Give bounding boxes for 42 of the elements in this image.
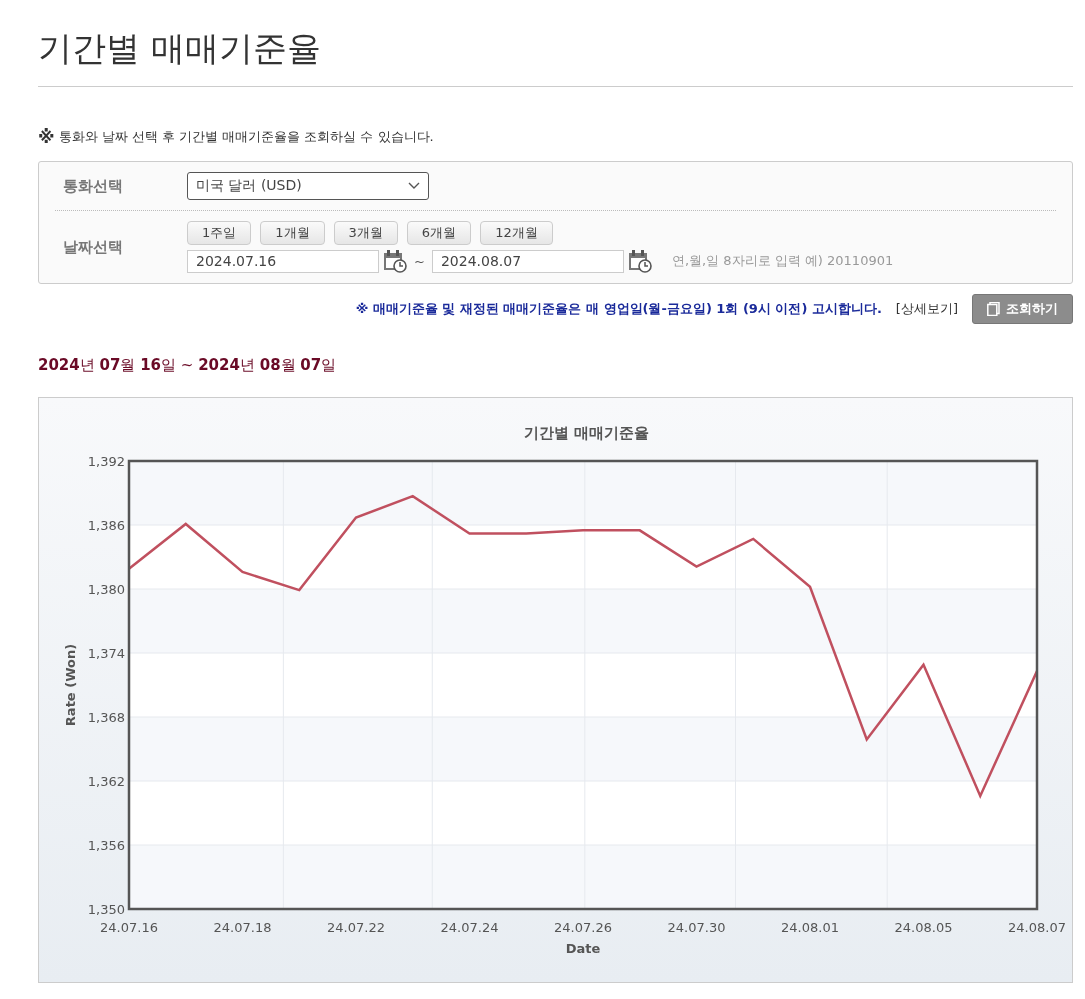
x-tick-label: 24.07.30 [667, 920, 726, 935]
range-separator: ~ [414, 253, 425, 269]
notice-text: 통화와 날짜 선택 후 기간별 매매기준율을 조회하실 수 있습니다. [58, 128, 434, 146]
x-tick-label: 24.07.16 [100, 920, 158, 935]
calendar-icon[interactable] [627, 249, 652, 273]
notice-mark: ※ [38, 127, 55, 147]
period-button[interactable]: 6개월 [406, 221, 472, 245]
period-button[interactable]: 3개월 [333, 221, 398, 245]
end-date-field[interactable]: 2024.08.07 [431, 249, 624, 273]
y-tick-label: 1,380 [87, 582, 125, 597]
period-button[interactable]: 1주일 [187, 221, 252, 245]
document-icon [987, 302, 1000, 316]
period-button[interactable]: 1개월 [260, 221, 325, 245]
y-tick-label: 1,356 [87, 838, 125, 853]
date-label: 날짜선택 [62, 237, 124, 257]
x-tick-label: 24.08.01 [781, 920, 839, 935]
date-format-hint: 연,월,일 8자리로 입력 예) 20110901 [671, 252, 894, 270]
x-tick-label: 24.07.26 [554, 920, 612, 935]
x-tick-label: 24.07.18 [213, 920, 272, 935]
y-tick-label: 1,362 [87, 774, 125, 789]
y-axis-title: Rate (Won) [63, 643, 78, 727]
y-tick-label: 1,392 [87, 454, 125, 469]
info-text: ※ 매매기준율 및 재정된 매매기준율은 매 영업일(월-금요일) 1회 (9시 이전) 고시합니다. [355, 300, 882, 318]
x-tick-label: 24.07.24 [440, 920, 499, 935]
currency-label: 통화선택 [62, 176, 124, 196]
x-tick-label: 24.08.05 [894, 920, 953, 935]
calendar-icon[interactable] [383, 249, 407, 273]
start-date-field[interactable]: 2024.07.16 [187, 249, 379, 273]
chart-title: 기간별 매매기준율 [523, 424, 650, 442]
y-tick-label: 1,374 [87, 646, 125, 661]
currency-select[interactable]: 미국 달러 (USD) [187, 172, 429, 200]
date-range-heading: 2024년 07월 16일 ~ 2024년 08월 07일 [38, 356, 338, 375]
page-title: 기간별 매매기준율 [38, 26, 1073, 87]
y-tick-label: 1,368 [87, 710, 125, 725]
x-tick-label: 24.08.07 [1008, 920, 1066, 935]
detail-link[interactable]: [상세보기] [895, 300, 958, 318]
period-button[interactable]: 12개월 [480, 221, 553, 245]
chevron-down-icon [408, 182, 420, 190]
x-tick-label: 24.07.22 [327, 920, 385, 935]
x-axis-title: Date [565, 941, 601, 956]
y-tick-label: 1,386 [87, 518, 125, 533]
y-tick-label: 1,350 [87, 902, 125, 917]
